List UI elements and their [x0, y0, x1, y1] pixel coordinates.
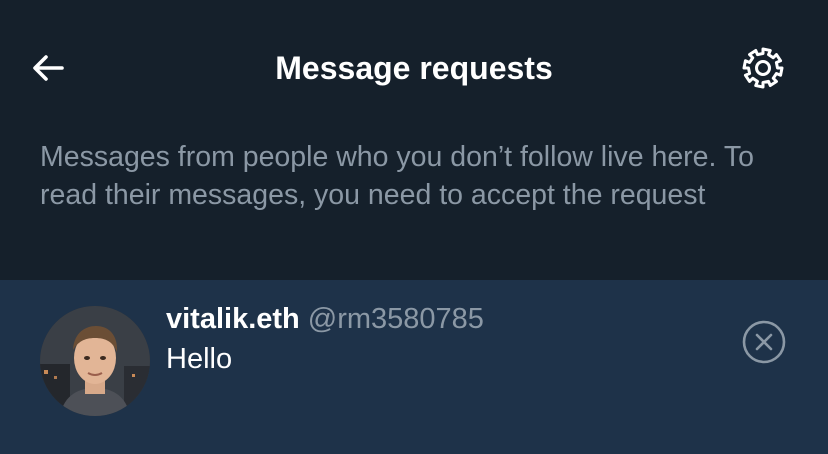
header: Message requests — [0, 0, 828, 136]
dismiss-request-button[interactable] — [740, 318, 788, 366]
info-text: Messages from people who you don’t follo… — [40, 141, 754, 211]
sender-display-name: vitalik.eth — [166, 303, 300, 335]
avatar[interactable] — [40, 306, 150, 416]
gear-outline — [742, 47, 784, 89]
gear-hub — [755, 60, 771, 76]
sender-handle: @rm3580785 — [307, 303, 484, 335]
sender-line: vitalik.eth @rm3580785 — [166, 300, 484, 338]
avatar-image — [40, 306, 150, 416]
gear-icon — [742, 47, 784, 89]
close-circle-icon — [742, 320, 786, 364]
settings-button[interactable] — [738, 43, 788, 93]
page-title: Message requests — [275, 50, 553, 86]
message-request-row[interactable]: vitalik.eth @rm3580785 Hello — [0, 280, 828, 454]
message-preview: Hello — [166, 343, 233, 375]
